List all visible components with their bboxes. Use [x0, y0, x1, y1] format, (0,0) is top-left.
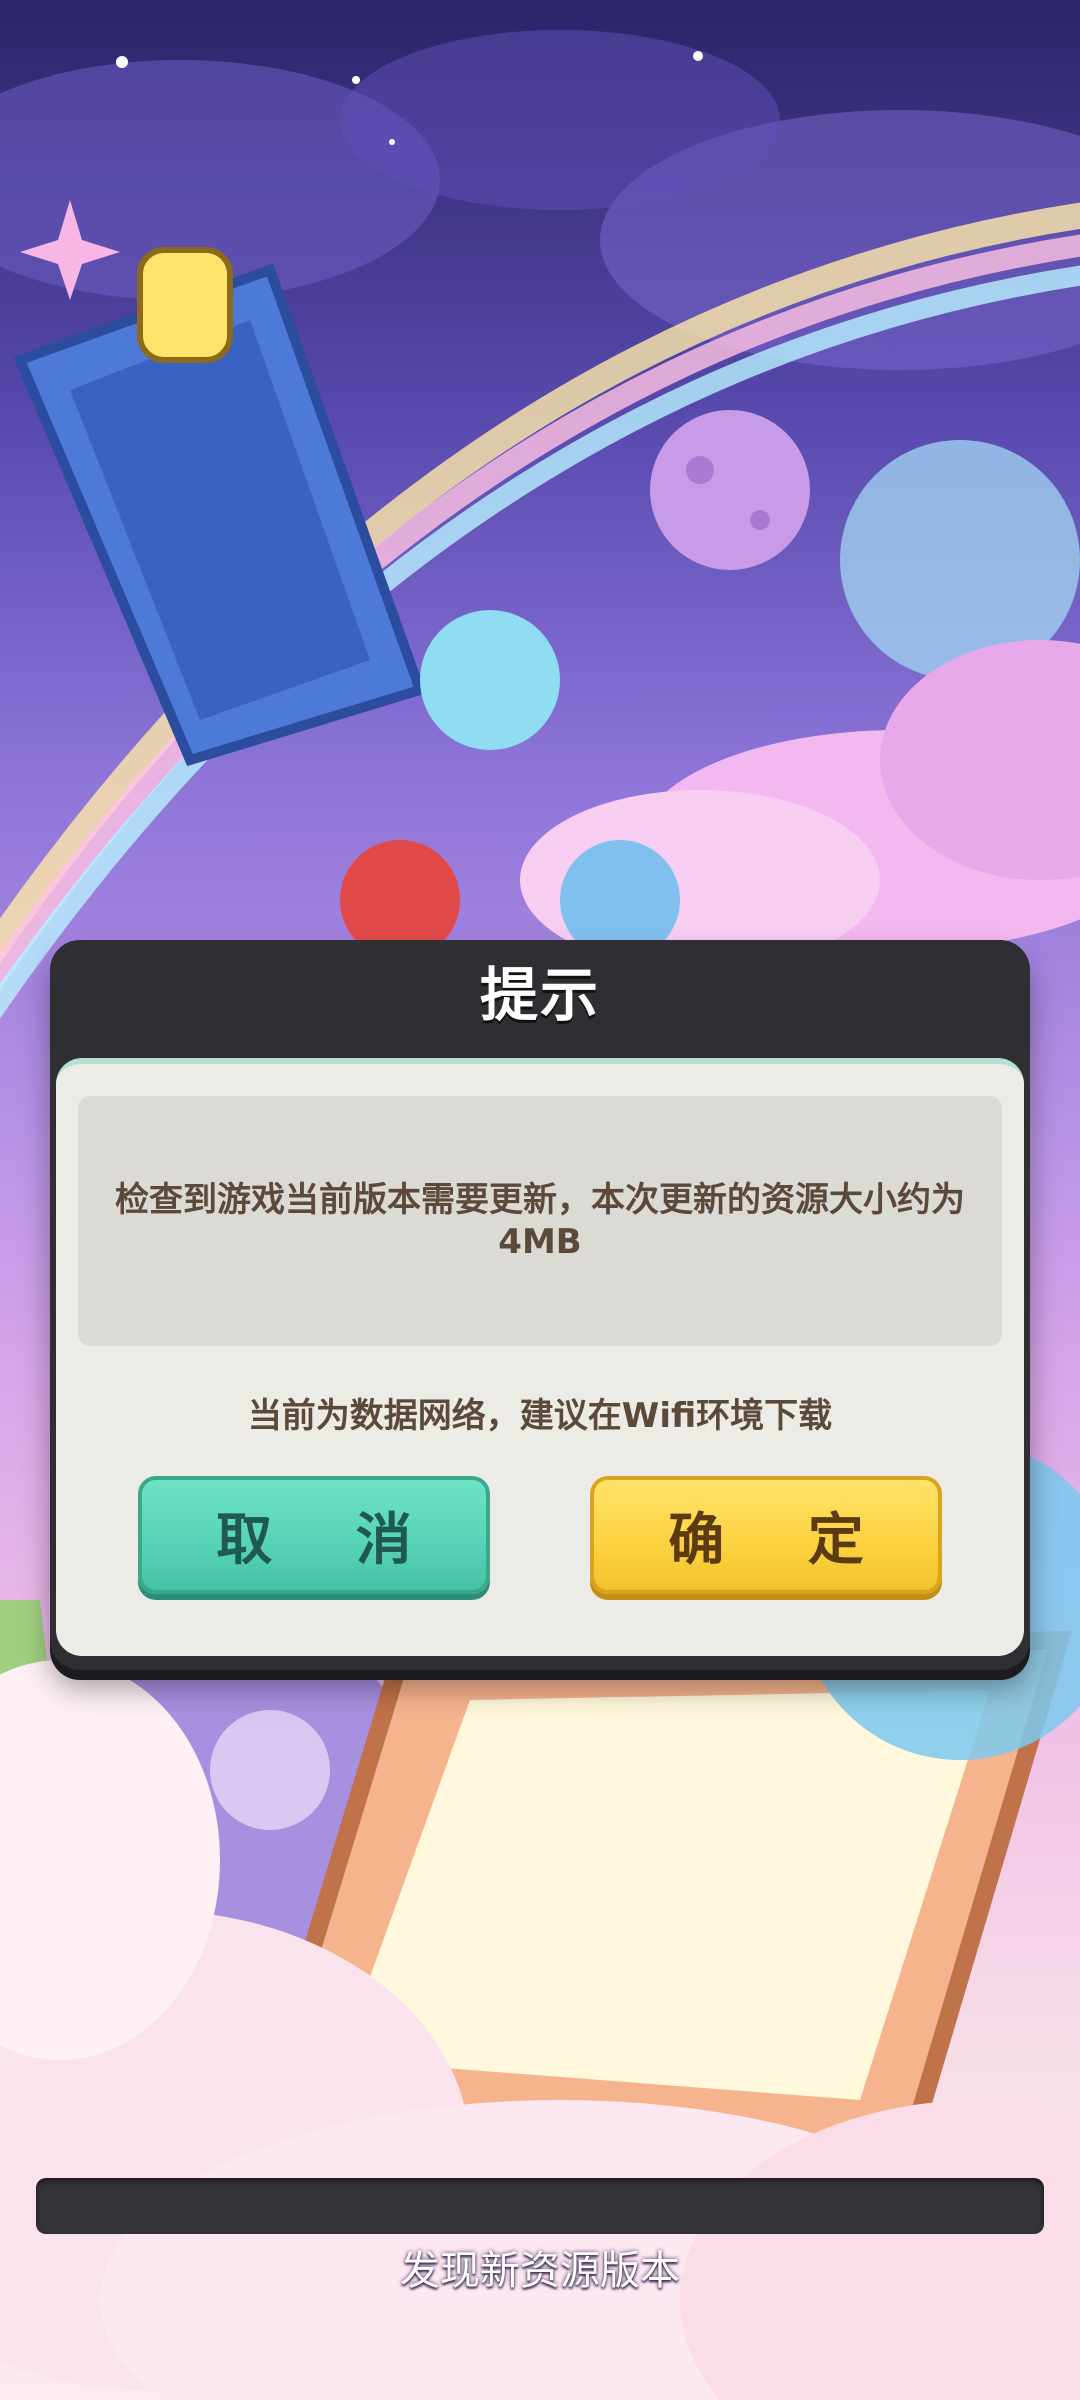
network-hint: 当前为数据网络，建议在Wifi环境下载 [247, 1396, 833, 1436]
game-screen: 提示 检查到游戏当前版本需要更新，本次更新的资源大小约为4MB 当前为数据网络，… [0, 0, 1080, 2400]
dialog-title: 提示 [479, 961, 600, 1029]
message-box: 检查到游戏当前版本需要更新，本次更新的资源大小约为4MB [78, 1096, 1002, 1346]
loading-progress-bar [36, 2178, 1044, 2234]
loading-status-text: 发现新资源版本 [400, 2248, 680, 2294]
update-message: 检查到游戏当前版本需要更新，本次更新的资源大小约为4MB [115, 1180, 965, 1262]
confirm-button[interactable]: 确 定 [590, 1476, 942, 1594]
dialog-body: 检查到游戏当前版本需要更新，本次更新的资源大小约为4MB 当前为数据网络，建议在… [56, 1058, 1024, 1656]
update-dialog: 提示 检查到游戏当前版本需要更新，本次更新的资源大小约为4MB 当前为数据网络，… [50, 940, 1030, 1670]
cancel-button[interactable]: 取 消 [138, 1476, 490, 1594]
